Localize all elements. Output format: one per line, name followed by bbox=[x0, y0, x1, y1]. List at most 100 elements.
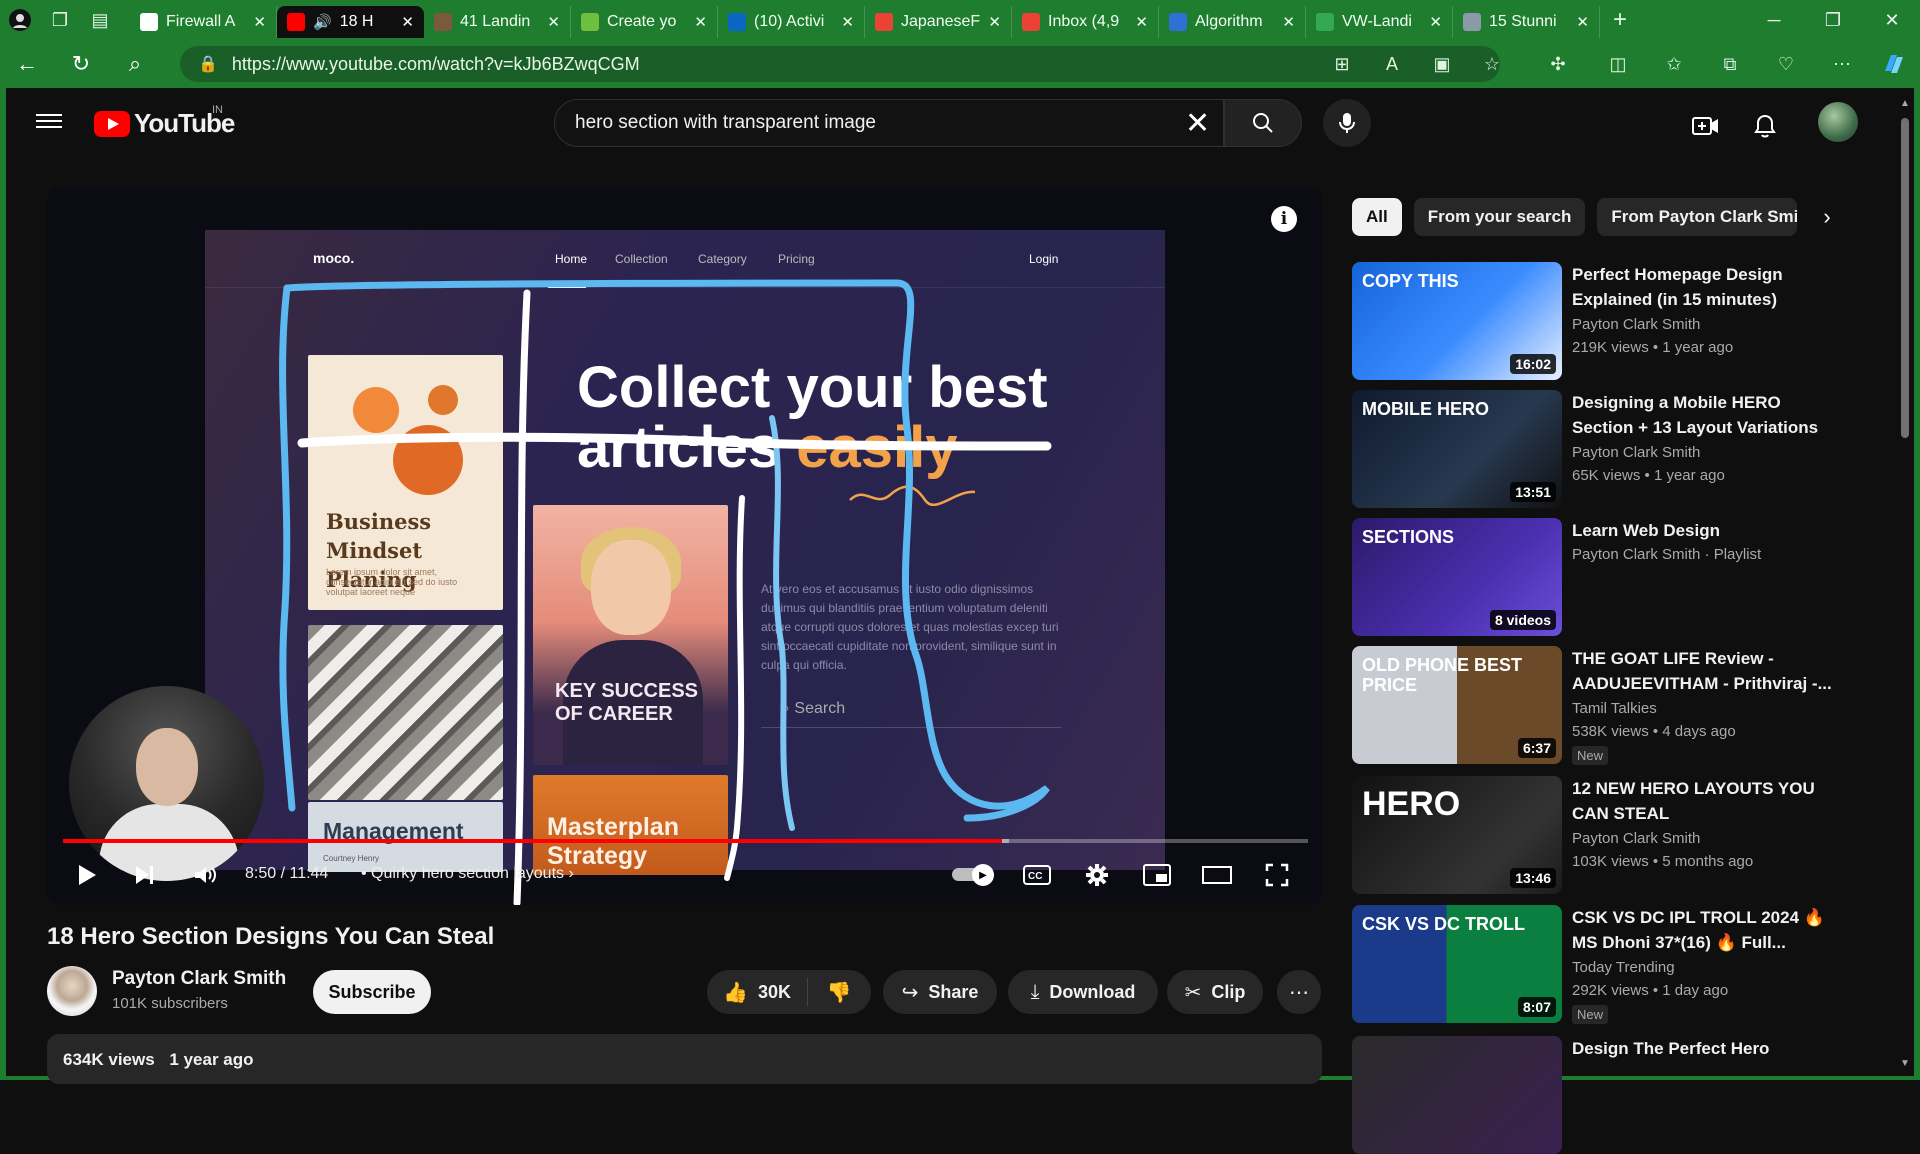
browser-tab[interactable]: 🔊 18 H ✕ bbox=[277, 6, 424, 38]
extensions-icon[interactable]: ✣ bbox=[1542, 48, 1574, 80]
youtube-logo[interactable]: YouTube IN bbox=[94, 104, 235, 139]
close-tab-icon[interactable]: ✕ bbox=[1282, 13, 1295, 31]
close-tab-icon[interactable]: ✕ bbox=[1429, 13, 1442, 31]
settings-button[interactable]: HD bbox=[1075, 853, 1119, 897]
browser-tab[interactable]: 15 Stunni ✕ bbox=[1453, 6, 1600, 38]
play-button[interactable] bbox=[65, 853, 109, 897]
download-button[interactable]: ⤓ Download bbox=[1008, 970, 1158, 1014]
recommendation-thumbnail[interactable]: SECTIONS 8 videos bbox=[1352, 518, 1562, 636]
close-tab-icon[interactable]: ✕ bbox=[694, 13, 707, 31]
close-tab-icon[interactable]: ✕ bbox=[841, 13, 854, 31]
browser-tab[interactable]: JapaneseF ✕ bbox=[865, 6, 1012, 38]
channel-avatar[interactable] bbox=[47, 966, 97, 1016]
browser-tab[interactable]: Firewall A ✕ bbox=[130, 6, 277, 38]
chip-from-your-search[interactable]: From your search bbox=[1413, 198, 1586, 236]
browser-tab[interactable]: Inbox (4,9 ✕ bbox=[1012, 6, 1159, 38]
fullscreen-button[interactable] bbox=[1255, 853, 1299, 897]
close-tab-icon[interactable]: ✕ bbox=[1135, 13, 1148, 31]
scroll-up-arrow[interactable]: ▲ bbox=[1900, 98, 1910, 109]
next-video-button[interactable] bbox=[123, 853, 167, 897]
browser-tab[interactable]: 41 Landin ✕ bbox=[424, 6, 571, 38]
close-tab-icon[interactable]: ✕ bbox=[253, 13, 266, 31]
scrollbar-thumb[interactable] bbox=[1901, 118, 1909, 438]
recommendation-title[interactable]: Design The Perfect Hero bbox=[1572, 1036, 1842, 1061]
recommendation-item[interactable]: MOBILE HERO 13:51 Designing a Mobile HERO … bbox=[1352, 390, 1872, 508]
chip-all[interactable]: All bbox=[1352, 198, 1402, 236]
minimize-button[interactable]: ─ bbox=[1746, 0, 1802, 40]
refresh-button[interactable]: ↻ bbox=[54, 40, 108, 88]
back-button[interactable]: ← bbox=[0, 40, 54, 88]
subscribe-button[interactable]: Subscribe bbox=[313, 970, 431, 1014]
lock-icon[interactable]: 🔒 bbox=[198, 54, 218, 74]
search-input[interactable]: hero section with transparent image bbox=[554, 99, 1224, 147]
like-button[interactable]: 👍 30K bbox=[707, 970, 807, 1014]
chip-from-channel[interactable]: From Payton Clark Smith bbox=[1597, 198, 1798, 236]
search-page-icon[interactable]: ⌕ bbox=[108, 40, 162, 88]
close-tab-icon[interactable]: ✕ bbox=[1576, 13, 1589, 31]
browser-tab[interactable]: (10) Activi ✕ bbox=[718, 6, 865, 38]
speaker-icon[interactable]: 🔊 bbox=[313, 13, 332, 31]
profile-icon[interactable] bbox=[0, 0, 40, 40]
search-button[interactable] bbox=[1224, 99, 1302, 147]
recommendation-item[interactable]: COPY THIS 16:02 Perfect Homepage Design Ex… bbox=[1352, 262, 1872, 380]
captions-button[interactable]: CC bbox=[1015, 853, 1059, 897]
recommendation-item[interactable]: HERO 13:46 12 NEW HERO LAYOUTS YOU CAN STE… bbox=[1352, 776, 1872, 894]
close-window-button[interactable]: ✕ bbox=[1864, 0, 1920, 40]
collections-icon[interactable]: ⧉ bbox=[1714, 48, 1746, 80]
recommendation-channel[interactable]: Payton Clark Smith · Playlist bbox=[1572, 546, 1761, 563]
recommendation-channel[interactable]: Payton Clark Smith bbox=[1572, 444, 1700, 461]
close-tab-icon[interactable]: ✕ bbox=[401, 13, 414, 31]
recommendation-title[interactable]: 12 NEW HERO LAYOUTS YOU CAN STEAL bbox=[1572, 776, 1842, 826]
recommendation-title[interactable]: Learn Web Design bbox=[1572, 518, 1842, 543]
tab-actions-icon[interactable]: ▤ bbox=[80, 0, 120, 40]
app-available-icon[interactable]: ⊞ bbox=[1326, 48, 1358, 80]
page-scrollbar[interactable]: ▲ ▼ bbox=[1898, 98, 1912, 1070]
clip-button[interactable]: ✂ Clip bbox=[1167, 970, 1263, 1014]
recommendation-channel[interactable]: Tamil Talkies bbox=[1572, 700, 1657, 717]
recommendation-thumbnail[interactable]: COPY THIS 16:02 bbox=[1352, 262, 1562, 380]
channel-name[interactable]: Payton Clark Smith bbox=[112, 968, 286, 990]
browser-tab[interactable]: VW-Landi ✕ bbox=[1306, 6, 1453, 38]
description-box[interactable]: 634K views 1 year ago bbox=[47, 1034, 1322, 1084]
recommendation-item[interactable]: SECTIONS 8 videos Learn Web Design Payton C… bbox=[1352, 518, 1872, 636]
recommendation-channel[interactable]: Payton Clark Smith bbox=[1572, 316, 1700, 333]
restore-button[interactable]: ❐ bbox=[1805, 0, 1861, 40]
hamburger-menu-icon[interactable] bbox=[36, 110, 62, 130]
new-tab-button[interactable]: + bbox=[1600, 0, 1640, 40]
dislike-button[interactable]: 👎 bbox=[807, 970, 871, 1014]
recommendation-channel[interactable]: Payton Clark Smith bbox=[1572, 830, 1700, 847]
scroll-down-arrow[interactable]: ▼ bbox=[1900, 1058, 1910, 1069]
recommendation-item[interactable]: OLD PHONE BEST PRICE 6:37 THE GOAT LIFE Re… bbox=[1352, 646, 1872, 765]
recommendation-thumbnail[interactable] bbox=[1352, 1036, 1562, 1154]
volume-button[interactable] bbox=[183, 853, 227, 897]
settings-more-icon[interactable]: ⋯ bbox=[1826, 48, 1858, 80]
read-aloud-icon[interactable]: A bbox=[1376, 48, 1408, 80]
more-actions-button[interactable]: ⋯ bbox=[1277, 970, 1321, 1014]
url-bar[interactable]: 🔒 https://www.youtube.com/watch?v=kJb6BZ… bbox=[180, 46, 1500, 82]
info-icon[interactable]: i bbox=[1271, 206, 1297, 232]
recommendation-thumbnail[interactable]: CSK VS DC TROLL 8:07 bbox=[1352, 905, 1562, 1023]
create-video-icon[interactable] bbox=[1686, 106, 1726, 146]
recommendation-thumbnail[interactable]: HERO 13:46 bbox=[1352, 776, 1562, 894]
recommendation-title[interactable]: Designing a Mobile HERO Section + 13 Lay… bbox=[1572, 390, 1842, 440]
favorites-icon[interactable]: ✩ bbox=[1658, 48, 1690, 80]
browser-tab[interactable]: Algorithm ✕ bbox=[1159, 6, 1306, 38]
chapter-button[interactable]: • Quirky hero section layouts › bbox=[361, 865, 574, 883]
recommendation-thumbnail[interactable]: MOBILE HERO 13:51 bbox=[1352, 390, 1562, 508]
autoplay-toggle[interactable]: ▶ bbox=[952, 863, 994, 886]
browser-tab[interactable]: Create yo ✕ bbox=[571, 6, 718, 38]
immersive-reader-icon[interactable]: ▣ bbox=[1426, 48, 1458, 80]
recommendation-item[interactable]: CSK VS DC TROLL 8:07 CSK VS DC IPL TROLL 2… bbox=[1352, 905, 1872, 1024]
account-avatar[interactable] bbox=[1818, 102, 1858, 142]
recommendation-thumbnail[interactable]: OLD PHONE BEST PRICE 6:37 bbox=[1352, 646, 1562, 764]
recommendation-title[interactable]: Perfect Homepage Design Explained (in 15… bbox=[1572, 262, 1842, 312]
close-tab-icon[interactable]: ✕ bbox=[988, 13, 1001, 31]
favorite-star-icon[interactable]: ☆ bbox=[1476, 48, 1508, 80]
miniplayer-button[interactable] bbox=[1135, 853, 1179, 897]
workspaces-icon[interactable]: ❐ bbox=[40, 0, 80, 40]
recommendation-item[interactable]: Design The Perfect Hero bbox=[1352, 1036, 1872, 1154]
recommendation-title[interactable]: CSK VS DC IPL TROLL 2024 🔥 MS Dhoni 37*(… bbox=[1572, 905, 1842, 955]
browser-essentials-icon[interactable]: ♡ bbox=[1770, 48, 1802, 80]
copilot-icon[interactable] bbox=[1878, 48, 1910, 80]
video-player[interactable]: moco. Home Collection Category Pricing L… bbox=[47, 188, 1322, 905]
